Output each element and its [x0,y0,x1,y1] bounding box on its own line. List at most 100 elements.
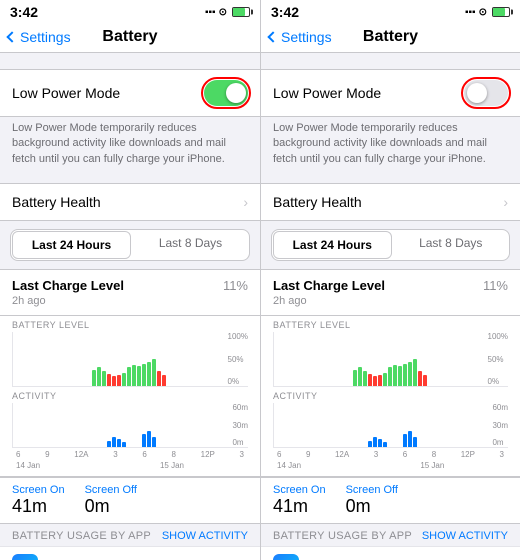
wifi-icon: ⊙ [219,7,227,18]
x-label: 3 [374,450,378,459]
battery-bar [418,371,422,386]
page-title: Battery [102,28,157,46]
battery-icon [492,7,510,17]
battery-health-row[interactable]: Battery Health › [0,184,260,220]
signal-icon: ▪▪▪ [465,7,476,18]
battery-bar [107,374,111,386]
battery-bar [147,362,151,386]
nav-bar: Settings Battery [261,22,520,53]
battery-bar [132,365,136,387]
battery-bar [408,362,412,386]
battery-chart: 100% 50% 0% [12,332,248,387]
battery-bar [423,375,427,386]
date-labels: 14 Jan15 Jan [273,461,508,470]
activity-chart: 60m 30m 0m [12,403,248,448]
activity-bar [378,439,382,447]
battery-bar [388,367,392,386]
activity-bar [368,441,372,448]
charge-level-pct: 11% [223,278,248,293]
activity-bar [152,437,156,448]
screen-off-label: Screen Off [346,484,398,496]
battery-icon [232,7,250,17]
x-axis-labels: 6912A36812P3 [12,450,248,459]
nav-bar: Settings Battery [0,22,260,53]
battery-bar [398,366,402,387]
low-power-description: Low Power Mode temporarily reduces backg… [0,117,260,175]
screen-on-value: 41m [273,496,326,517]
time-btn-8d[interactable]: Last 8 Days [132,230,249,260]
app-row[interactable]: 🏠 Home & Lock Screen 91% [0,546,260,560]
time-period-selector: Last 24 Hours Last 8 Days [10,229,250,261]
date-labels: 14 Jan 15 Jan [12,461,248,470]
app-icon-home: 🏠 [273,554,299,560]
battery-bar [152,359,156,386]
x-label: 12P [461,450,475,459]
status-bar: 3:42 ▪▪▪ ⊙ [261,0,520,22]
battery-bar [157,371,161,386]
battery-health-chevron-icon: › [243,194,248,210]
battery-bar [102,371,106,386]
y-label-100: 100% [228,332,248,341]
x-label: 6 [16,450,20,459]
charge-level-section: Last Charge Level 11% 2h ago [261,269,520,316]
y-label-60m: 60m [232,403,248,412]
back-label: Settings [20,29,71,45]
screen-stats: Screen On 41m Screen Off 0m [261,477,520,524]
time-btn-24h[interactable]: Last 24 Hours [273,231,392,259]
show-activity-button[interactable]: SHOW ACTIVITY [162,530,248,542]
battery-level-chart-section: BATTERY LEVEL 100% 50% 0% ACTIVITY 60m [0,316,260,477]
show-activity-button[interactable]: SHOW ACTIVITY [422,530,508,542]
back-button[interactable]: Settings [8,29,71,45]
activity-bars [13,403,248,447]
date-label: 15 Jan [160,461,184,470]
screen-stats: Screen On 41m Screen Off 0m [0,477,260,524]
activity-label: ACTIVITY [12,391,248,401]
battery-health-section: Battery Health › [0,183,260,221]
x-label: 3 [113,450,117,459]
battery-bar [383,373,387,387]
status-time: 3:42 [271,4,299,20]
time-btn-24h[interactable]: Last 24 Hours [12,231,131,259]
activity-label: ACTIVITY [273,391,508,401]
battery-usage-title: BATTERY USAGE BY APP [12,530,151,542]
battery-health-row[interactable]: Battery Health › [261,184,520,220]
back-label: Settings [281,29,332,45]
status-icons: ▪▪▪ ⊙ [465,7,510,18]
screen-on-value: 41m [12,496,65,517]
battery-bar [92,370,96,386]
x-label: 8 [432,450,436,459]
activity-bar [117,439,121,447]
toggle-knob [226,83,246,103]
app-row[interactable]: 🏠 Home & Lock Screen 91% [261,546,520,560]
battery-health-label: Battery Health [12,194,101,210]
low-power-section: Low Power Mode [0,69,260,117]
y-label-0: 0% [488,377,508,386]
battery-bar [403,364,407,387]
low-power-toggle[interactable] [464,80,508,106]
time-btn-8d[interactable]: Last 8 Days [393,230,510,260]
date-label: 14 Jan [16,461,40,470]
battery-health-chevron-icon: › [503,194,508,210]
wifi-icon: ⊙ [479,7,487,18]
battery-bar [112,376,116,386]
activity-chart: 60m 30m 0m [273,403,508,448]
low-power-toggle[interactable] [204,80,248,106]
screen-on-label: Screen On [273,484,326,496]
battery-y-labels: 100% 50% 0% [228,332,248,386]
usage-header: BATTERY USAGE BY APP SHOW ACTIVITY [0,524,260,546]
battery-level-label: BATTERY LEVEL [12,320,248,330]
app-icon-home: 🏠 [12,554,38,560]
battery-health-section: Battery Health › [261,183,520,221]
battery-bars [274,332,508,386]
battery-bar [413,359,417,386]
y-label-30m: 30m [232,421,248,430]
chevron-left-icon [267,31,278,42]
y-label-60m: 60m [492,403,508,412]
page-title: Battery [363,28,418,46]
x-label: 6 [142,450,146,459]
activity-y-labels: 60m 30m 0m [492,403,508,447]
back-button[interactable]: Settings [269,29,332,45]
battery-health-label: Battery Health [273,194,362,210]
x-label: 6 [403,450,407,459]
signal-icon: ▪▪▪ [205,7,216,18]
